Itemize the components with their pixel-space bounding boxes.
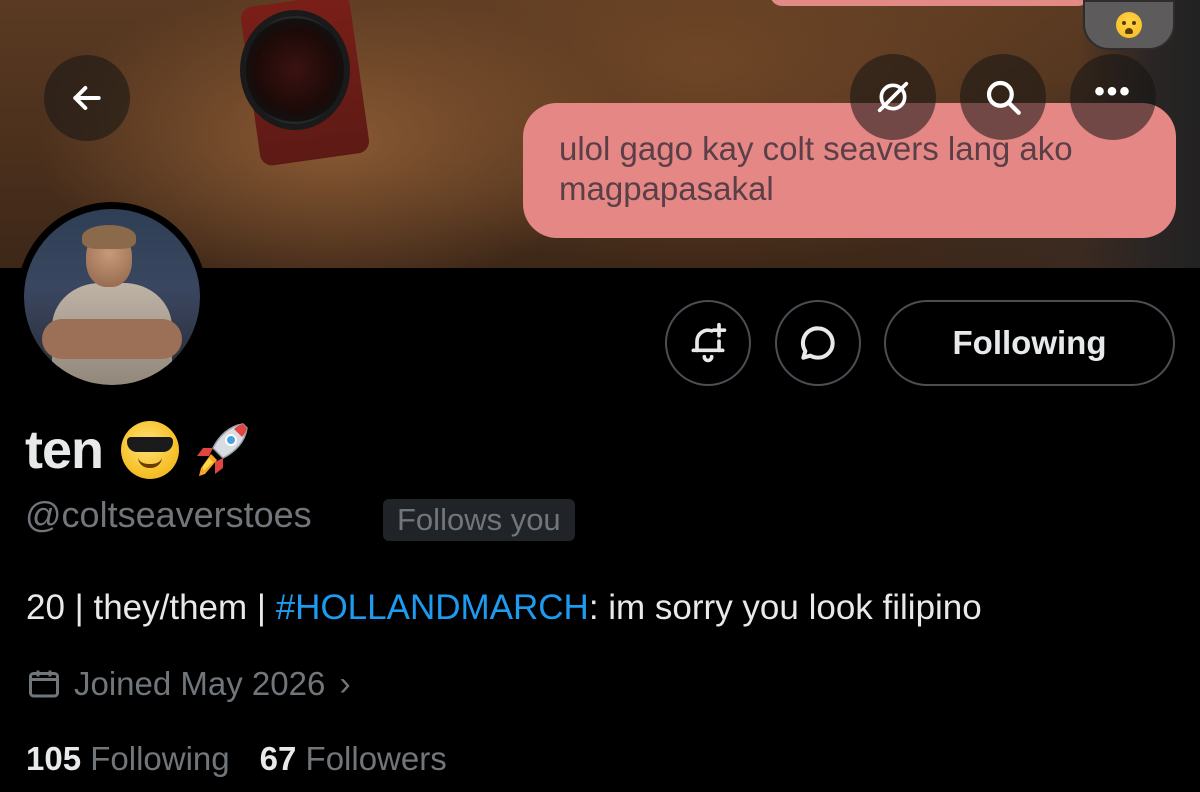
back-button[interactable] xyxy=(44,55,130,141)
followers-stat-link[interactable]: 67 Followers xyxy=(260,740,447,778)
joined-date-text: Joined May 2026 xyxy=(74,665,326,702)
bio-text-suffix: : im sorry you look filipino xyxy=(588,588,982,627)
chevron-right-icon: › xyxy=(339,664,351,703)
avatar-figure-hair xyxy=(82,225,136,249)
crying-face-icon xyxy=(1083,0,1175,50)
display-name: ten xyxy=(25,420,104,480)
more-dots-icon: ••• xyxy=(1094,75,1132,108)
following-count: 105 xyxy=(26,740,82,777)
banner-watch-face xyxy=(240,10,350,130)
bio-text-prefix: 20 | they/them | xyxy=(26,588,276,627)
profile-bio: 20 | they/them | #HOLLANDMARCH: im sorry… xyxy=(26,588,982,628)
arrow-left-icon xyxy=(73,86,101,110)
following-stat-link[interactable]: 105 Following xyxy=(26,740,230,778)
followers-stat-label: Followers xyxy=(305,740,447,777)
bio-hashtag-link[interactable]: #HOLLANDMARCH xyxy=(276,588,589,627)
avatar-photo xyxy=(24,209,200,385)
followers-count: 67 xyxy=(259,740,297,777)
more-options-button[interactable]: ••• xyxy=(1070,54,1156,140)
bell-plus-icon xyxy=(691,322,727,363)
username-handle: @coltseaverstoes xyxy=(25,494,312,535)
grok-button[interactable] xyxy=(850,54,936,140)
following-stat-label: Following xyxy=(90,740,230,777)
search-icon xyxy=(986,80,1021,115)
rocket-emoji-icon xyxy=(197,423,248,476)
banner-pink-edge xyxy=(770,0,1090,6)
sunglasses-smile xyxy=(138,457,162,468)
banner-message-text: ulol gago kay colt seavers lang ako magp… xyxy=(559,130,1073,207)
display-name-row: ten xyxy=(25,418,253,482)
avatar-figure-arms xyxy=(42,319,182,359)
message-bubble-icon xyxy=(800,326,835,360)
sunglasses-lenses xyxy=(127,437,173,452)
grok-icon xyxy=(877,81,909,113)
follow-stats: 105 Following 67 Followers xyxy=(26,740,447,778)
search-button[interactable] xyxy=(960,54,1046,140)
sunglasses-emoji-icon xyxy=(121,421,179,479)
following-button[interactable]: Following xyxy=(884,300,1175,386)
joined-date-row[interactable]: Joined May 2026 › xyxy=(26,662,351,706)
following-button-label: Following xyxy=(952,324,1107,361)
follows-you-badge: Follows you xyxy=(383,499,575,541)
calendar-icon xyxy=(29,670,59,698)
notifications-button[interactable] xyxy=(665,300,751,386)
crying-face-glyph xyxy=(1116,12,1142,38)
message-button[interactable] xyxy=(775,300,861,386)
avatar[interactable] xyxy=(17,202,207,392)
